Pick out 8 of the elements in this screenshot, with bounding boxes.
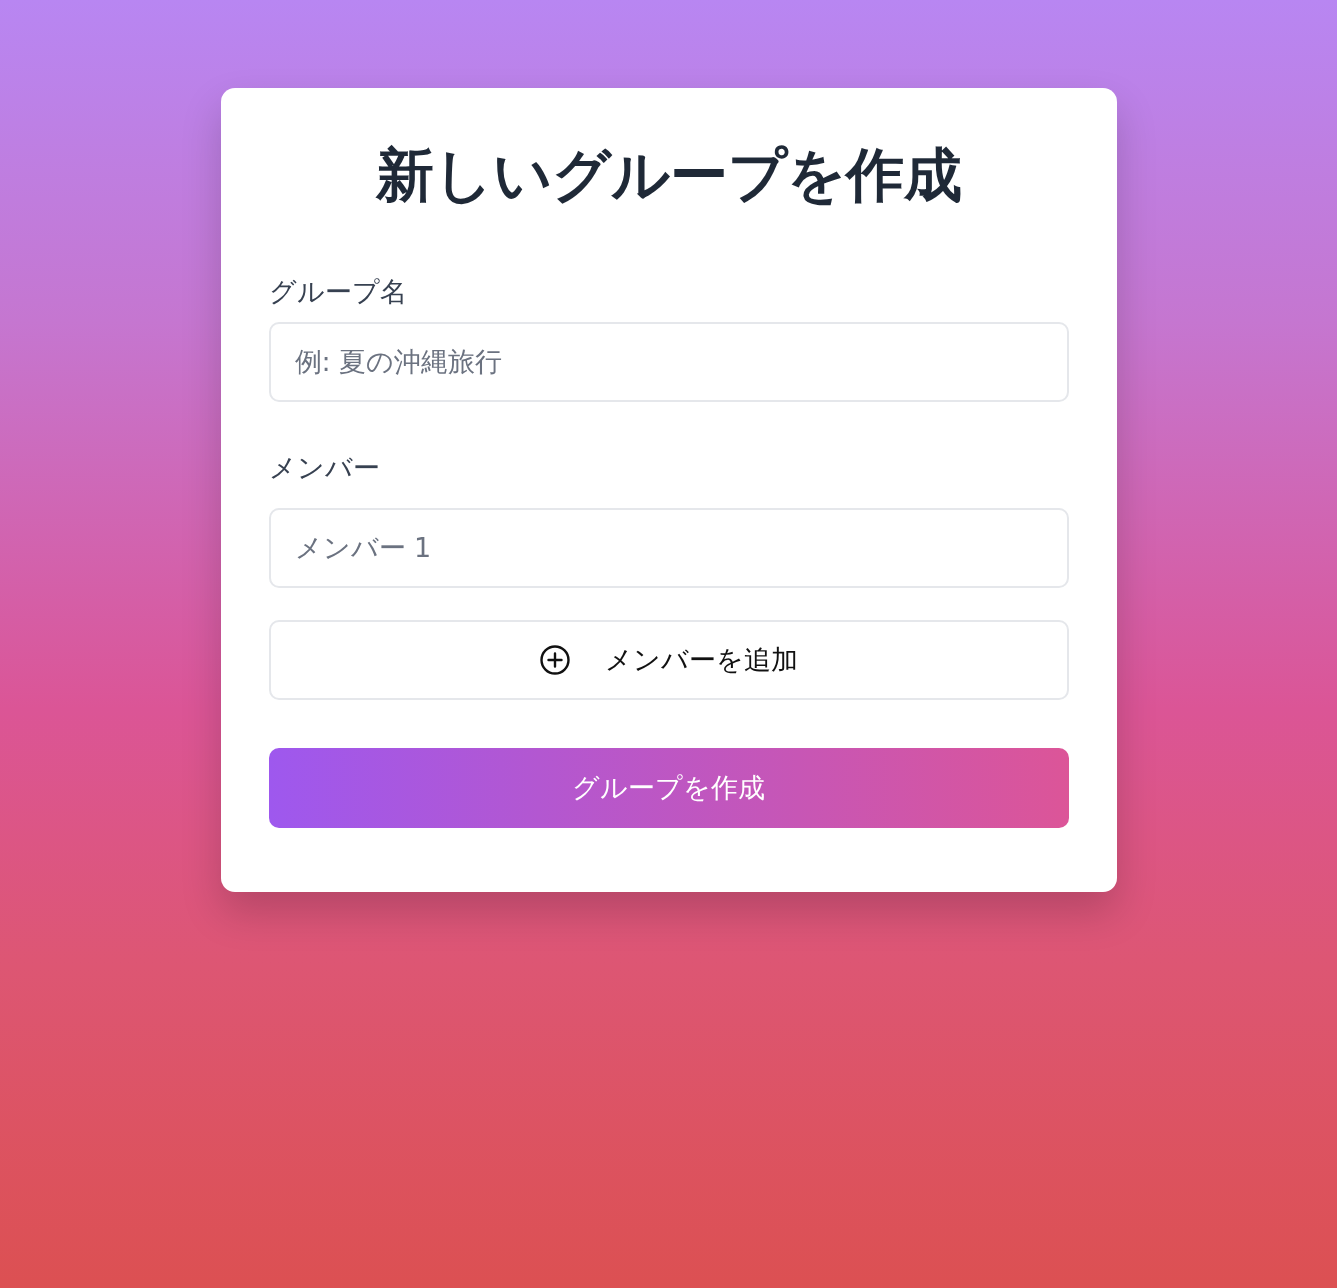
add-member-button[interactable]: メンバーを追加 — [268, 619, 1069, 700]
page-title: 新しいグループを作成 — [374, 144, 963, 208]
create-group-button[interactable]: グループを作成 — [268, 747, 1069, 828]
field-label: グループ名 — [268, 274, 408, 309]
plus-circle-icon — [539, 643, 571, 676]
input-field[interactable]: メンバー 1 — [268, 507, 1069, 588]
input-field[interactable]: 例: 夏の沖縄旅行 — [268, 321, 1069, 402]
field-label: メンバー — [268, 450, 381, 485]
